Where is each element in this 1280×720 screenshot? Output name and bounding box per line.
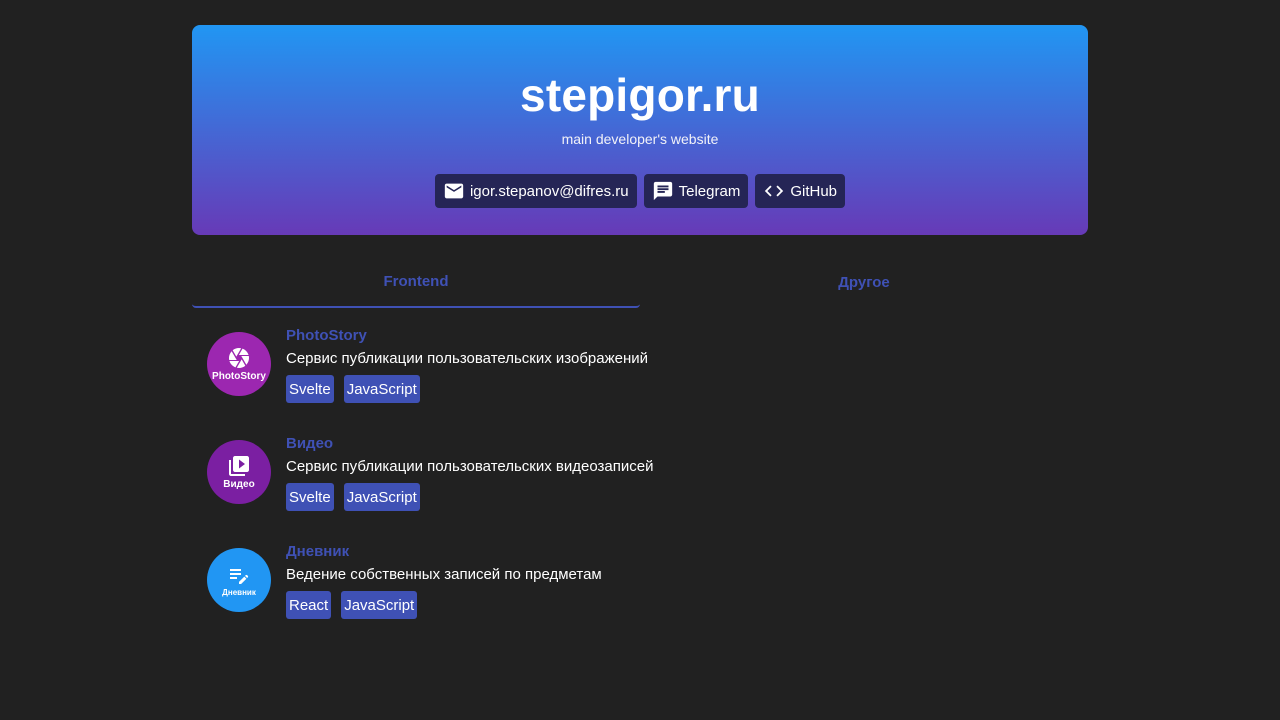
project-title[interactable]: Видео [286, 434, 333, 454]
tag-chip: JavaScript [343, 375, 420, 403]
project-avatar-label: Видео [223, 479, 255, 490]
email-link[interactable]: igor.stepanov@difres.ru [434, 174, 637, 208]
project-avatar-label: Дневник [222, 588, 256, 597]
project-avatar: PhotoStory [207, 332, 271, 396]
hero-banner: stepigor.ru main developer's website igo… [192, 25, 1088, 235]
project-avatar: Видео [207, 440, 271, 504]
site-title: stepigor.ru [520, 69, 760, 121]
note-add-icon [230, 569, 249, 584]
project-title[interactable]: PhotoStory [286, 326, 367, 346]
telegram-label: Telegram [678, 182, 741, 200]
project-tags: Svelte JavaScript [286, 375, 420, 403]
project-description: Сервис публикации пользовательских видео… [286, 458, 654, 475]
tag-chip: JavaScript [341, 591, 418, 619]
project-title[interactable]: Дневник [286, 542, 349, 562]
project-tags: React JavaScript [286, 591, 418, 619]
tab-frontend[interactable]: Frontend [192, 256, 640, 308]
tag-chip: Svelte [286, 375, 334, 403]
category-tabs: Frontend Другое [192, 256, 1088, 309]
mail-icon [444, 183, 464, 199]
page: stepigor.ru main developer's website igo… [0, 0, 1280, 720]
project-list: PhotoStory PhotoStory Сервис публикации … [192, 318, 1088, 642]
project-description: Сервис публикации пользовательских изобр… [286, 350, 649, 367]
site-subtitle: main developer's website [561, 131, 719, 147]
camera-aperture-icon [229, 348, 249, 368]
project-avatar: Дневник [207, 548, 271, 612]
video-library-icon [229, 456, 249, 476]
code-icon [765, 185, 784, 197]
project-diary[interactable]: Дневник Дневник Ведение собственных запи… [192, 534, 1088, 642]
project-description: Ведение собственных записей по предметам [286, 566, 602, 583]
tag-chip: React [286, 591, 332, 619]
project-avatar-label: PhotoStory [212, 371, 266, 382]
contact-links: igor.stepanov@difres.ru Telegram GitHub [192, 174, 1088, 208]
project-video[interactable]: Видео Видео Сервис публикации пользовате… [192, 426, 1088, 534]
email-label: igor.stepanov@difres.ru [469, 182, 629, 200]
chat-icon [653, 181, 672, 201]
tag-chip: JavaScript [343, 483, 420, 511]
tag-chip: Svelte [286, 483, 334, 511]
project-tags: Svelte JavaScript [286, 483, 420, 511]
telegram-link[interactable]: Telegram [643, 174, 749, 208]
project-photostory[interactable]: PhotoStory PhotoStory Сервис публикации … [192, 318, 1088, 426]
github-link[interactable]: GitHub [755, 174, 846, 208]
tab-other[interactable]: Другое [640, 256, 1088, 308]
github-label: GitHub [790, 182, 838, 200]
